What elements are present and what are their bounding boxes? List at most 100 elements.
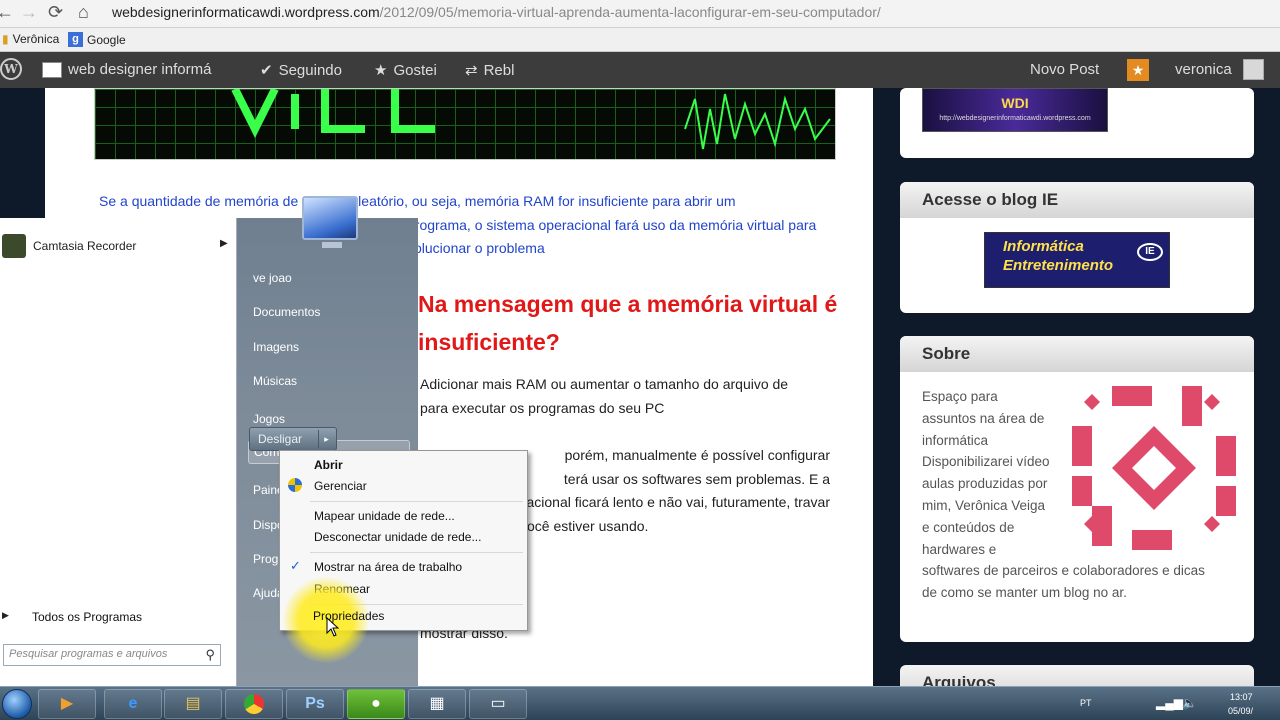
ctx-item-propriedades[interactable]: Propriedades [313, 609, 384, 623]
sobre-line: e conteúdos de [922, 519, 1015, 535]
wp-site-link[interactable]: web designer informá [42, 61, 211, 78]
explorer-folder-icon[interactable]: ▤ [164, 689, 222, 719]
url-host: webdesignerinformaticawdi.wordpress.com [112, 4, 380, 20]
media-player-icon[interactable]: ▶ [38, 689, 96, 719]
bookmark-label: Verônica [12, 32, 60, 46]
bookmark-label: Google [87, 32, 126, 47]
blog-ie-widget: Acesse o blog IE Informática Entretenime… [900, 182, 1254, 313]
wordpress-icon[interactable]: W [0, 58, 22, 80]
wp-user-link[interactable]: veronica [1175, 61, 1232, 78]
arrow-right-icon: ▶ [2, 610, 9, 620]
wp-reblog-button[interactable]: ⇄ Rebl [465, 61, 515, 80]
ctx-item-mapear-unidade[interactable]: Mapear unidade de rede... [314, 509, 455, 523]
wp-new-post-link[interactable]: Novo Post [1030, 61, 1099, 78]
shutdown-button[interactable]: Desligar ▸ [249, 427, 337, 451]
chrome-icon[interactable] [225, 689, 283, 719]
reblog-icon: ⇄ [465, 62, 478, 79]
sobre-line: aulas produzidas por [922, 476, 1048, 492]
wdi-logo-caption: http://webdesignerinformaticawdi.wordpre… [939, 115, 1091, 122]
article-paragraph-2: Adicionar mais RAM ou aumentar o tamanho… [420, 373, 830, 420]
widget-title: Sobre [900, 336, 1254, 372]
start-item-user[interactable]: ve joao [253, 271, 292, 285]
all-programs-link[interactable]: ▶ Todos os Programas [0, 606, 237, 628]
start-item-musicas[interactable]: Músicas [253, 374, 297, 388]
submenu-arrow-icon: ▶ [220, 238, 228, 249]
internet-explorer-icon[interactable]: e [104, 689, 162, 719]
following-label: Seguindo [278, 61, 342, 79]
wdi-logo-widget: WDI http://webdesignerinformaticawdi.wor… [900, 88, 1254, 158]
control-panel-icon[interactable]: ▦ [408, 689, 466, 719]
clock-date[interactable]: 05/09/ [1228, 706, 1253, 716]
start-item-programas[interactable]: Prog [253, 552, 278, 566]
site-icon [42, 61, 62, 78]
pinned-program-camtasia[interactable]: Camtasia Recorder ▶ [0, 232, 237, 260]
start-item-imagens[interactable]: Imagens [253, 340, 299, 354]
mouse-pointer-icon [326, 617, 340, 637]
back-icon[interactable]: ← [0, 2, 14, 23]
network-icon[interactable]: ▂▄▆ [1156, 696, 1183, 710]
notifications-star-icon[interactable]: ★ [1127, 59, 1149, 81]
avatar[interactable] [1243, 59, 1264, 80]
start-item-jogos[interactable]: Jogos [253, 412, 285, 426]
menu-separator [310, 501, 523, 502]
star-icon: ★ [374, 62, 388, 79]
shutdown-label: Desligar [258, 432, 303, 446]
forward-icon[interactable]: → [20, 2, 38, 23]
sobre-widget: Sobre Espaço para assuntos na área de in… [900, 336, 1254, 642]
wp-like-button[interactable]: ★ Gostei [374, 61, 437, 80]
sobre-line: Disponibilizarei vídeo [922, 454, 1050, 470]
waveform-graphic [231, 89, 831, 150]
sobre-line: softwares de parceiros e colaboradores e… [922, 563, 1205, 579]
sobre-description: Espaço para assuntos na área de informát… [922, 386, 1252, 604]
shield-icon [288, 478, 302, 492]
article-heading: Na mensagem que a memória virtual é insu… [418, 285, 838, 361]
ctx-item-gerenciar[interactable]: Gerenciar [314, 479, 367, 493]
clock-time[interactable]: 13:07 [1230, 692, 1253, 702]
home-icon[interactable]: ⌂ [78, 2, 89, 23]
sobre-line: assuntos na área de [922, 410, 1045, 426]
bookmark-veronica[interactable]: ▮ Verônica [2, 32, 59, 46]
reblog-label: Rebl [483, 61, 515, 79]
sobre-line: informática [922, 432, 989, 448]
ctx-item-desconectar-unidade[interactable]: Desconectar unidade de rede... [314, 530, 481, 544]
ie-blog-banner[interactable]: Informática Entretenimento IE [984, 232, 1170, 288]
widget-title: Acesse o blog IE [900, 182, 1254, 218]
start-menu-programs-pane: Camtasia Recorder ▶ ▶ Todos os Programas… [0, 218, 237, 686]
all-programs-label: Todos os Programas [32, 610, 143, 624]
ie-badge: IE [1137, 243, 1163, 261]
url-field[interactable]: webdesignerinformaticawdi.wordpress.com/… [106, 2, 1270, 24]
sobre-line: hardwares e [922, 541, 997, 557]
heading-line: insuficiente? [418, 329, 560, 355]
url-path: /2012/09/05/memoria-virtual-aprenda-aume… [379, 4, 881, 20]
volume-icon[interactable]: 🔈 [1182, 696, 1197, 710]
wdi-logo-image[interactable]: WDI http://webdesignerinformaticawdi.wor… [922, 88, 1108, 132]
google-icon: g [68, 32, 83, 47]
computer-icon[interactable]: ▭ [469, 689, 527, 719]
site-name: web designer informá [68, 61, 212, 78]
paragraph-line: Adicionar mais RAM ou aumentar o tamanho… [420, 376, 789, 392]
heading-line: Na mensagem que a memória virtual é [418, 291, 838, 317]
address-bar: ← → ⟳ ⌂ webdesignerinformaticawdi.wordpr… [0, 0, 1280, 28]
reload-icon[interactable]: ⟳ [48, 2, 63, 23]
start-item-documentos[interactable]: Documentos [253, 305, 320, 319]
taskbar: ▶ e ▤ Ps ● ▦ ▭ PT ▂▄▆ 🔈 13:07 05/09/ [0, 686, 1280, 720]
language-indicator[interactable]: PT [1080, 698, 1092, 708]
system-tray: PT ▂▄▆ 🔈 13:07 05/09/ [1078, 687, 1280, 720]
camtasia-icon [2, 234, 26, 258]
program-label: Camtasia Recorder [33, 239, 137, 253]
shutdown-options-arrow-icon[interactable]: ▸ [318, 430, 334, 448]
search-icon: ⚲ [205, 647, 215, 662]
menu-separator [310, 552, 523, 553]
sobre-line: Espaço para [922, 389, 998, 404]
ctx-item-mostrar-area-trabalho[interactable]: Mostrar na área de trabalho [314, 560, 462, 574]
photoshop-icon[interactable]: Ps [286, 689, 344, 719]
wp-following-link[interactable]: ✔ Seguindo [260, 61, 342, 80]
ctx-item-abrir[interactable]: Abrir [314, 458, 343, 472]
article-banner-image [94, 88, 836, 160]
bookmarks-bar: ▮ Verônica g Google [0, 28, 1280, 52]
start-button-icon[interactable] [2, 689, 32, 719]
start-search-input[interactable]: Pesquisar programas e arquivos ⚲ [3, 644, 221, 666]
bookmark-google[interactable]: g Google [68, 32, 126, 47]
sobre-line: mim, Verônica Veiga [922, 497, 1046, 513]
camtasia-icon[interactable]: ● [347, 689, 405, 719]
